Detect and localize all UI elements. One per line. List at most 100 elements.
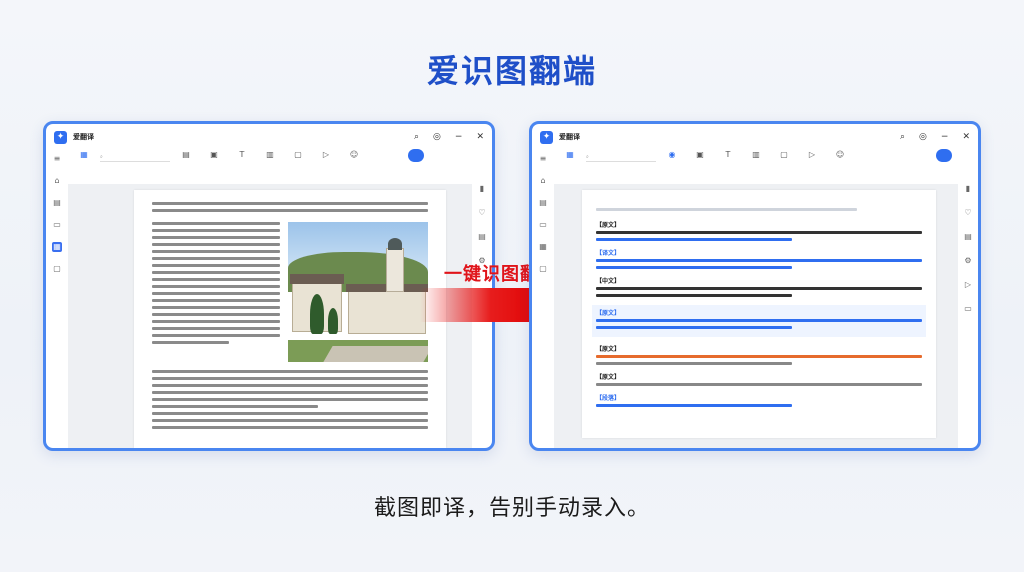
paragraph-tag: 【原文】 (596, 374, 621, 381)
paragraph-tag: 【原文】 (596, 346, 621, 353)
titlebar: ✦ 爱翻译 ⌕ ◎ − ✕ (532, 124, 978, 150)
help-icon[interactable]: ◎ (919, 132, 927, 142)
note-icon[interactable]: ▤ (963, 232, 973, 242)
search-input[interactable]: ⌕ (100, 152, 170, 162)
tool-emoji[interactable]: ☺ (828, 150, 852, 162)
chat-icon[interactable]: ▢ (52, 264, 62, 274)
text-line (152, 377, 428, 380)
tool-grid[interactable]: ▦ (72, 150, 96, 162)
doc-icon[interactable]: ▤ (538, 198, 548, 208)
search-icon[interactable]: ⌕ (900, 132, 905, 142)
tool-text[interactable]: T (716, 150, 740, 162)
text-line (152, 426, 428, 429)
text-line (152, 370, 428, 373)
photo-tree (328, 308, 338, 334)
translated-window: ✦ 爱翻译 ⌕ ◎ − ✕ ≡ ⌂ ▤ ▭ ▦ ▢ ▦ ⌕ ◉ ▣ T ▥ ▢ … (529, 121, 981, 451)
close-icon[interactable]: ✕ (962, 132, 970, 142)
tagline: 截图即译，告别手动录入。 (373, 496, 650, 521)
tool-layers[interactable]: ▥ (258, 150, 282, 162)
translate-icon[interactable]: ▦ (538, 242, 548, 252)
translated-paragraph: 【原文】 (592, 305, 926, 337)
tool-text[interactable]: T (230, 150, 254, 162)
document-area (68, 184, 472, 448)
grid-icon: ▦ (80, 150, 88, 159)
heart-icon[interactable]: ♡ (477, 208, 487, 218)
tool-chat[interactable]: ▢ (286, 150, 310, 162)
sidebar: ≡ ⌂ ▤ ▭ ▦ ▢ (532, 150, 554, 448)
heart-icon[interactable]: ♡ (963, 208, 973, 218)
compare-icon: ◉ (668, 150, 676, 159)
text-line (152, 341, 229, 344)
text-line (596, 287, 922, 290)
minimize-icon[interactable]: − (941, 132, 949, 142)
menu-icon[interactable]: ≡ (538, 154, 548, 164)
minimize-icon[interactable]: − (455, 132, 463, 142)
tool-doc[interactable]: ▤ (174, 150, 198, 162)
home-icon[interactable]: ⌂ (52, 176, 62, 186)
tool-compare[interactable]: ◉ (660, 150, 684, 162)
tool-emoji[interactable]: ☺ (342, 150, 366, 162)
translate-button[interactable] (408, 149, 424, 162)
doc-icon[interactable]: ▤ (52, 198, 62, 208)
text-line (596, 319, 922, 322)
tool-play[interactable]: ▷ (314, 150, 338, 162)
text-line (152, 209, 428, 212)
photo-tree (310, 294, 324, 334)
close-icon[interactable]: ✕ (476, 132, 484, 142)
text-line (596, 355, 922, 358)
folder-icon[interactable]: ▭ (52, 220, 62, 230)
image-icon: ▣ (696, 150, 704, 159)
page-columns (152, 222, 428, 362)
note-icon[interactable]: ▤ (477, 232, 487, 242)
play-icon: ▷ (808, 150, 816, 159)
tool-layers[interactable]: ▥ (744, 150, 768, 162)
menu-icon[interactable]: ≡ (52, 154, 62, 164)
translated-paragraph: 【段落】 (596, 394, 922, 407)
text-line (152, 419, 428, 422)
source-page (134, 190, 446, 448)
chat-icon[interactable]: ▢ (538, 264, 548, 274)
text-line (152, 278, 280, 281)
translated-paragraph: 【原文】 (596, 373, 922, 386)
folder-icon[interactable]: ▭ (538, 220, 548, 230)
text-line (152, 202, 428, 205)
play-icon[interactable]: ▷ (963, 280, 973, 290)
search-icon[interactable]: ⌕ (414, 132, 419, 142)
text-line (596, 383, 922, 386)
paragraph-tag: 【原文】 (596, 222, 621, 229)
search-input[interactable]: ⌕ (586, 152, 656, 162)
translate-icon[interactable]: ▦ (52, 242, 62, 252)
tool-chat[interactable]: ▢ (772, 150, 796, 162)
translate-button[interactable] (936, 149, 952, 162)
paragraph-tag: 【原文】 (596, 310, 621, 317)
translated-paragraph: 【原文】 (596, 345, 922, 365)
photo-dome (388, 238, 402, 250)
text-line (596, 231, 922, 234)
text-line (152, 412, 428, 415)
bar-icon[interactable]: ▮ (963, 184, 973, 194)
chat-icon: ▢ (294, 150, 302, 159)
tool-play[interactable]: ▷ (800, 150, 824, 162)
help-icon[interactable]: ◎ (433, 132, 441, 142)
settings-icon[interactable]: ⚙ (963, 256, 973, 266)
tool-image[interactable]: ▣ (202, 150, 226, 162)
text-line (152, 229, 280, 232)
photo-building (348, 290, 426, 334)
bar-icon[interactable]: ▮ (477, 184, 487, 194)
text-line (152, 264, 280, 267)
doc-icon[interactable]: ▭ (963, 304, 973, 314)
text-line (152, 243, 280, 246)
app-logo-icon: ✦ (540, 130, 553, 144)
text-line (152, 313, 280, 316)
right-toolbar: ▮ ♡ ▤ ⚙ ▷ ▭ (958, 184, 978, 448)
photo-path (323, 346, 428, 362)
text-line (152, 257, 280, 260)
tool-image[interactable]: ▣ (688, 150, 712, 162)
sidebar: ≡ ⌂ ▤ ▭ ▦ ▢ (46, 150, 68, 448)
home-icon[interactable]: ⌂ (538, 176, 548, 186)
app-name: 爱翻译 (559, 133, 580, 141)
tool-grid[interactable]: ▦ (558, 150, 582, 162)
translated-paragraph: 【中文】 (596, 277, 922, 297)
paragraph-tag: 【译文】 (596, 250, 621, 257)
photo-tower (386, 248, 404, 292)
